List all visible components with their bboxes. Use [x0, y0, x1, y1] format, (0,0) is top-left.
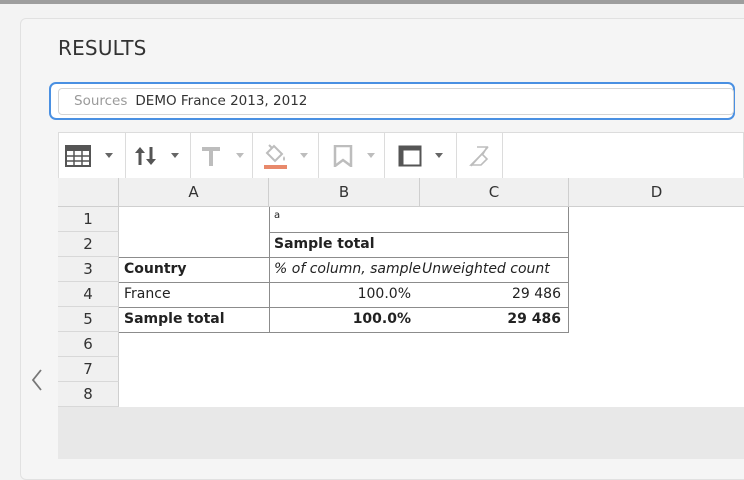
text-format-button[interactable]	[190, 133, 253, 178]
cell-c4[interactable]: 29 486	[419, 282, 569, 307]
fill-color-icon	[263, 142, 289, 174]
spreadsheet: A B C D 1 2 3 4 5 6 7 8 a Sample total C…	[58, 178, 744, 459]
row-header-4[interactable]: 4	[58, 282, 119, 307]
border-icon	[398, 145, 422, 171]
table-icon	[65, 145, 91, 171]
chevron-down-icon	[171, 153, 179, 158]
cell-a5[interactable]: Sample total	[119, 307, 269, 332]
border-button[interactable]	[384, 133, 457, 178]
chevron-down-icon	[105, 153, 113, 158]
row-header-1[interactable]: 1	[58, 207, 119, 232]
row-header-7[interactable]: 7	[58, 357, 119, 382]
sources-input[interactable]: Sources DEMO France 2013, 2012	[58, 88, 734, 115]
border-line	[119, 332, 569, 333]
cell-b1[interactable]: a	[269, 207, 419, 232]
cell-c3[interactable]: Unweighted count	[418, 257, 569, 282]
sort-icon	[133, 145, 159, 171]
sort-menu-button[interactable]	[125, 133, 191, 178]
column-header-a[interactable]: A	[119, 178, 269, 207]
corner-cell[interactable]	[58, 178, 119, 207]
chevron-down-icon	[367, 153, 375, 158]
fill-color-button[interactable]	[252, 133, 319, 178]
page-title: RESULTS	[58, 36, 147, 60]
row-header-8[interactable]: 8	[58, 382, 119, 407]
clear-format-button[interactable]	[456, 133, 503, 178]
sources-value: DEMO France 2013, 2012	[135, 93, 308, 109]
chevron-left-icon[interactable]	[30, 368, 44, 396]
cell-b4[interactable]: 100.0%	[269, 282, 419, 307]
sources-label: Sources	[74, 93, 128, 109]
chevron-down-icon	[300, 153, 308, 158]
chevron-down-icon	[236, 153, 244, 158]
row-header-6[interactable]: 6	[58, 332, 119, 357]
column-header-c[interactable]: C	[419, 178, 569, 207]
column-header-b-label: B	[269, 178, 419, 207]
row-header-2[interactable]: 2	[58, 232, 119, 257]
bookmark-button[interactable]	[318, 133, 385, 178]
chevron-down-icon	[435, 153, 443, 158]
cell-a4[interactable]: France	[119, 282, 269, 307]
cell-b2[interactable]: Sample total	[269, 232, 569, 257]
bookmark-icon	[333, 144, 353, 171]
clear-format-icon	[468, 145, 490, 171]
row-header-3[interactable]: 3	[58, 257, 119, 282]
top-bar	[0, 0, 744, 4]
table-menu-button[interactable]	[59, 133, 126, 178]
column-header-d[interactable]: D	[569, 178, 744, 207]
row-header-5[interactable]: 5	[58, 307, 119, 332]
cell-b3[interactable]: % of column, sample	[269, 257, 424, 282]
cell-c5[interactable]: 29 486	[419, 307, 569, 332]
cell-b5[interactable]: 100.0%	[269, 307, 419, 332]
toolbar	[58, 132, 744, 178]
cell-a3[interactable]: Country	[119, 257, 269, 282]
text-format-icon	[200, 145, 222, 171]
